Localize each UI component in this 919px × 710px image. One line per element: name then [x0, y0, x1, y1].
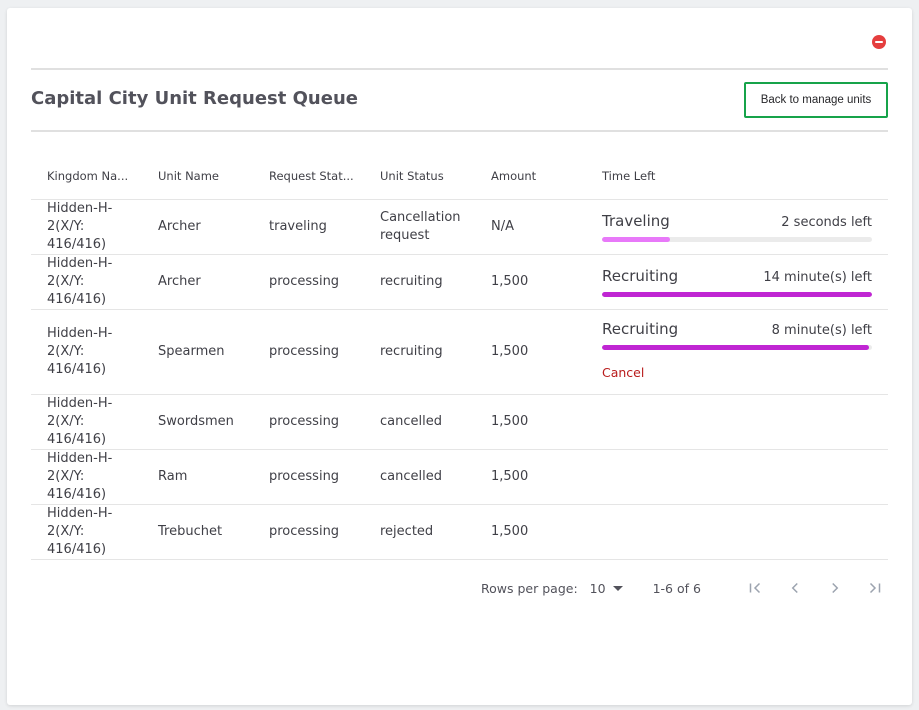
amount-cell: 1,500 — [475, 309, 586, 395]
column-header-unit-status[interactable]: Unit Status — [364, 154, 475, 200]
unit-status-cell: cancelled — [364, 394, 475, 450]
minus-circle-icon[interactable] — [872, 35, 886, 49]
progress-bar-fill — [602, 345, 870, 350]
title-divider — [31, 130, 888, 132]
time-left-cell — [586, 394, 888, 450]
table-row: Hidden-H-2(X/Y: 416/416) Trebuchet process… — [31, 504, 888, 560]
time-left-cell: Recruiting 8 minute(s) left Cancel — [586, 309, 888, 395]
amount-cell: 1,500 — [475, 254, 586, 310]
request-status-cell: processing — [253, 449, 364, 505]
column-header-request-status[interactable]: Request Stat... — [253, 154, 364, 200]
rows-per-page-label: Rows per page: — [481, 580, 578, 596]
kingdom-cell: Hidden-H-2(X/Y: 416/416) — [31, 394, 142, 450]
kingdom-cell: Hidden-H-2(X/Y: 416/416) — [31, 254, 142, 310]
time-left-cell: Traveling 2 seconds left — [586, 199, 888, 255]
kingdom-cell: Hidden-H-2(X/Y: 416/416) — [31, 309, 142, 395]
caret-down-icon — [612, 585, 623, 591]
time-left-cell — [586, 449, 888, 505]
progress-bar — [602, 291, 872, 297]
unit-status-cell: cancelled — [364, 449, 475, 505]
table-row: Hidden-H-2(X/Y: 416/416) Ram processing can… — [31, 449, 888, 505]
unit-name-cell: Archer — [142, 199, 253, 255]
table-header-row: Kingdom Na... Unit Name Request Stat... … — [31, 154, 888, 200]
column-header-kingdom-name[interactable]: Kingdom Na... — [31, 154, 142, 200]
amount-cell: 1,500 — [475, 449, 586, 505]
request-status-cell: processing — [253, 309, 364, 395]
unit-name-cell: Swordsmen — [142, 394, 253, 450]
time-remaining-label: 8 minute(s) left — [771, 323, 872, 338]
table-row: Hidden-H-2(X/Y: 416/416) Archer traveling C… — [31, 199, 888, 255]
kingdom-cell: Hidden-H-2(X/Y: 416/416) — [31, 449, 142, 505]
time-status-label: Recruiting — [602, 320, 679, 338]
time-left-cell: Recruiting 14 minute(s) left — [586, 254, 888, 310]
previous-page-icon[interactable] — [775, 576, 815, 600]
request-status-cell: traveling — [253, 199, 364, 255]
page-title: Capital City Unit Request Queue — [31, 88, 358, 109]
time-left-cell — [586, 504, 888, 560]
request-status-cell: processing — [253, 254, 364, 310]
unit-name-cell: Archer — [142, 254, 253, 310]
amount-cell: 1,500 — [475, 504, 586, 560]
table-row: Hidden-H-2(X/Y: 416/416) Archer processing… — [31, 254, 888, 310]
kingdom-cell: Hidden-H-2(X/Y: 416/416) — [31, 199, 142, 255]
unit-status-cell: recruiting — [364, 254, 475, 310]
top-divider — [31, 68, 888, 70]
unit-name-cell: Trebuchet — [142, 504, 253, 560]
unit-status-cell: recruiting — [364, 309, 475, 395]
pagination: Rows per page: 10 1-6 of 6 — [481, 576, 895, 600]
next-page-icon[interactable] — [815, 576, 855, 600]
last-page-icon[interactable] — [855, 576, 895, 600]
back-to-manage-units-button[interactable]: Back to manage units — [744, 82, 888, 118]
unit-name-cell: Spearmen — [142, 309, 253, 395]
unit-status-cell: Cancellation request — [364, 199, 475, 255]
time-remaining-label: 2 seconds left — [781, 214, 872, 230]
column-header-amount[interactable]: Amount — [475, 154, 586, 200]
time-left-header: Recruiting 8 minute(s) left — [602, 320, 872, 340]
unit-queue-card: Capital City Unit Request Queue Back to … — [7, 8, 912, 705]
kingdom-cell: Hidden-H-2(X/Y: 416/416) — [31, 504, 142, 560]
time-status-label: Recruiting — [602, 266, 679, 285]
page-range-label: 1-6 of 6 — [652, 580, 701, 596]
column-header-time-left[interactable]: Time Left — [586, 154, 888, 200]
time-remaining-label: 14 minute(s) left — [763, 269, 872, 285]
first-page-icon[interactable] — [735, 576, 775, 600]
time-left-header: Traveling 2 seconds left — [602, 212, 872, 232]
amount-cell: 1,500 — [475, 394, 586, 450]
unit-status-cell: rejected — [364, 504, 475, 560]
rows-per-page-value: 10 — [589, 580, 606, 596]
table-row: Hidden-H-2(X/Y: 416/416) Spearmen processi… — [31, 309, 888, 395]
column-header-unit-name[interactable]: Unit Name — [142, 154, 253, 200]
unit-name-cell: Ram — [142, 449, 253, 505]
progress-bar-fill — [602, 236, 670, 242]
progress-bar — [602, 236, 872, 242]
progress-bar-fill — [602, 291, 872, 297]
progress-bar — [602, 345, 872, 350]
time-left-header: Recruiting 14 minute(s) left — [602, 267, 872, 287]
request-status-cell: processing — [253, 394, 364, 450]
amount-cell: N/A — [475, 199, 586, 255]
cancel-link[interactable]: Cancel — [602, 364, 644, 382]
rows-per-page-select[interactable]: 10 — [590, 581, 623, 596]
table-row: Hidden-H-2(X/Y: 416/416) Swordsmen process… — [31, 394, 888, 450]
unit-request-table: Kingdom Na... Unit Name Request Stat... … — [31, 154, 888, 560]
time-status-label: Traveling — [602, 211, 670, 230]
request-status-cell: processing — [253, 504, 364, 560]
